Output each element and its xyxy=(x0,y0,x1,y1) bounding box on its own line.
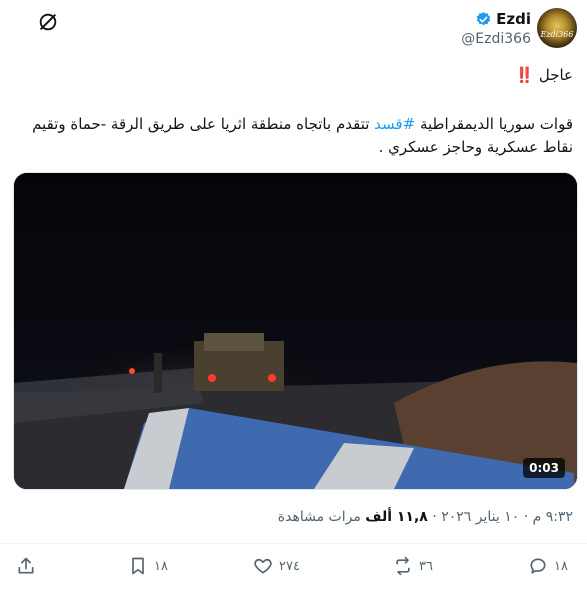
post-meta: ٩:٣٢ م · ١٠ يناير ٢٠٢٦ · ١١,٨ ألف مرات م… xyxy=(278,509,573,525)
handle[interactable]: @Ezdi366 xyxy=(461,31,531,47)
author-name-row[interactable]: Ezdi xyxy=(475,10,531,28)
reply-button[interactable]: ١٨ xyxy=(528,556,568,576)
urgent-line: عاجل ‼️ xyxy=(513,66,573,84)
video-duration: 0:03 xyxy=(523,458,565,478)
hashtag-link[interactable]: #قسد xyxy=(374,115,415,133)
video-frame xyxy=(14,173,577,489)
bookmark-icon xyxy=(132,557,144,575)
views-count: ١١,٨ ألف xyxy=(365,509,428,525)
repost-count: ٣٦ xyxy=(419,558,433,574)
double-exclamation-icon: ‼️ xyxy=(515,66,535,84)
like-button[interactable]: ٢٧٤ xyxy=(253,556,300,576)
repost-button[interactable]: ٣٦ xyxy=(393,556,433,576)
post-text-part1: قوات سوريا الديمقراطية xyxy=(415,115,573,133)
post-text: قوات سوريا الديمقراطية #قسد تتقدم باتجاه… xyxy=(14,113,573,159)
post-header: Ezdi366 Ezdi @Ezdi366 xyxy=(0,0,587,58)
bookmark-button[interactable]: ١٨ xyxy=(128,556,168,576)
action-bar: ١٨ ٢٧٤ ٣٦ ١٨ xyxy=(0,556,587,582)
reply-icon xyxy=(530,558,546,574)
heart-icon xyxy=(254,558,272,574)
verified-badge-icon xyxy=(476,11,491,25)
avatar-text: Ezdi366 xyxy=(540,30,574,39)
share-button[interactable] xyxy=(16,556,36,576)
share-icon xyxy=(18,557,34,574)
display-name[interactable]: Ezdi xyxy=(496,10,531,28)
repost-icon xyxy=(396,556,410,576)
like-count: ٢٧٤ xyxy=(279,558,300,574)
urgent-label: عاجل xyxy=(538,66,573,84)
views-label: مرات مشاهدة xyxy=(277,509,366,525)
video-player[interactable]: 0:03 xyxy=(13,172,578,490)
reply-count: ١٨ xyxy=(554,558,568,574)
avatar[interactable]: Ezdi366 xyxy=(537,8,577,48)
divider xyxy=(0,543,587,544)
timestamp[interactable]: ٩:٣٢ م · ١٠ يناير ٢٠٢٦ · xyxy=(428,509,573,525)
grok-icon[interactable] xyxy=(37,11,59,33)
bookmark-count: ١٨ xyxy=(154,558,168,574)
